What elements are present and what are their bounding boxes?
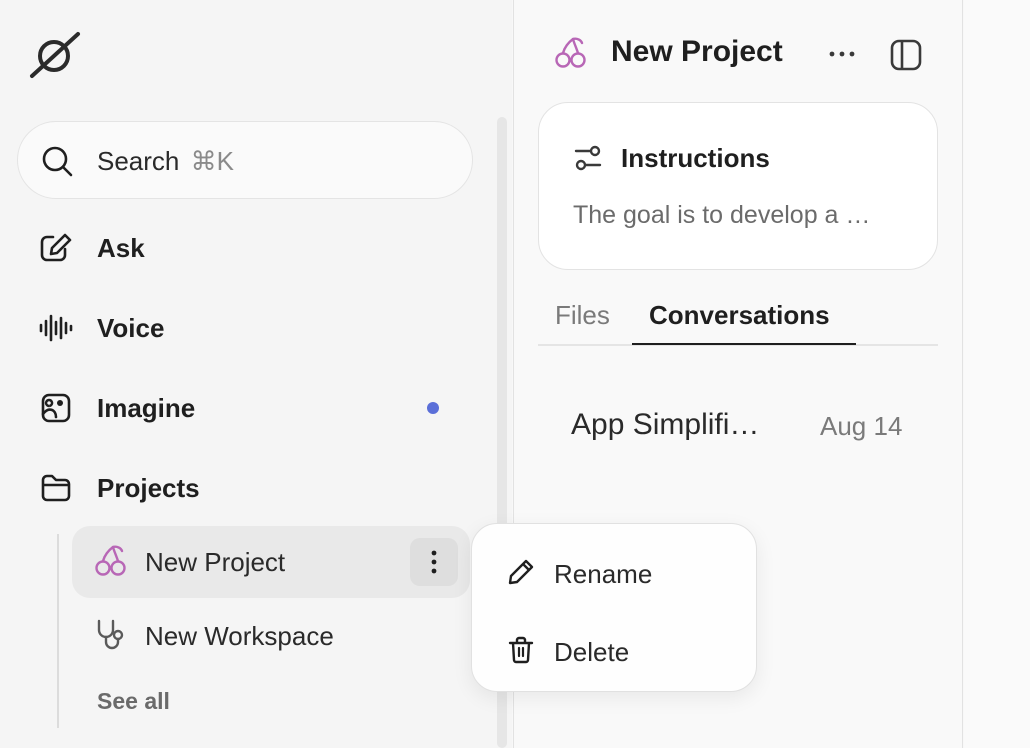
nav-imagine-label: Imagine xyxy=(97,393,196,423)
instructions-card[interactable]: Instructions The goal is to develop a … xyxy=(538,102,938,270)
nav-ask-label: Ask xyxy=(97,233,145,263)
nav-ask[interactable]: Ask xyxy=(36,220,466,276)
delete-menu-item[interactable]: Delete xyxy=(472,618,758,680)
pencil-square-icon xyxy=(40,233,72,262)
nav-voice[interactable]: Voice xyxy=(36,300,466,356)
trash-icon xyxy=(508,636,534,664)
nav-projects-label: Projects xyxy=(97,473,200,503)
conversation-name: App Simplifi… xyxy=(571,408,760,441)
active-tab-indicator xyxy=(632,343,856,345)
tab-files[interactable]: Files xyxy=(555,300,610,331)
search-button[interactable]: Search ⌘K xyxy=(17,121,473,199)
image-sparkle-icon xyxy=(41,393,71,423)
sliders-icon xyxy=(574,145,602,171)
tab-conversations[interactable]: Conversations xyxy=(649,300,830,331)
nav-projects[interactable]: Projects xyxy=(36,460,466,516)
stethoscope-icon xyxy=(97,619,124,650)
project-context-menu: Rename Delete xyxy=(471,523,757,692)
vertical-dots-icon xyxy=(431,550,437,574)
search-shortcut: ⌘K xyxy=(190,146,234,176)
sidebar-toggle-icon[interactable] xyxy=(888,38,924,72)
search-label: Search ⌘K xyxy=(97,146,234,176)
rename-label: Rename xyxy=(554,559,653,589)
sidebar: Search ⌘K Ask Voice Imagine Projects New… xyxy=(0,0,512,748)
project-item-label: New Project xyxy=(145,547,286,577)
waveform-icon xyxy=(39,314,73,342)
project-item-new-workspace[interactable]: New Workspace xyxy=(72,600,470,672)
more-options-button[interactable] xyxy=(826,40,858,68)
conversation-item[interactable]: App Simplifi… Aug 14 xyxy=(571,408,911,452)
page-title: New Project xyxy=(611,35,783,68)
project-item-new-project[interactable]: New Project xyxy=(72,526,470,598)
tree-connector xyxy=(57,534,59,728)
instructions-description: The goal is to develop a … xyxy=(573,201,871,229)
main-area-edge xyxy=(964,0,1030,748)
instructions-title: Instructions xyxy=(621,143,770,173)
conversation-date: Aug 14 xyxy=(820,411,903,441)
app-window: Search ⌘K Ask Voice Imagine Projects New… xyxy=(0,0,1030,748)
nav-voice-label: Voice xyxy=(97,313,165,343)
pencil-icon xyxy=(508,559,534,585)
panel-tabs: Files Conversations xyxy=(538,294,938,346)
project-item-label: New Workspace xyxy=(145,621,334,651)
rename-menu-item[interactable]: Rename xyxy=(472,540,758,602)
imagine-badge-dot xyxy=(427,402,439,414)
see-all-link[interactable]: See all xyxy=(97,688,170,715)
search-icon xyxy=(42,146,73,177)
project-more-button[interactable] xyxy=(410,538,458,586)
folder-icon xyxy=(41,474,71,502)
nav-imagine[interactable]: Imagine xyxy=(36,380,466,436)
cherry-icon xyxy=(555,37,586,68)
app-logo-icon[interactable] xyxy=(28,30,82,80)
cherry-icon xyxy=(95,545,126,576)
delete-label: Delete xyxy=(554,637,630,667)
